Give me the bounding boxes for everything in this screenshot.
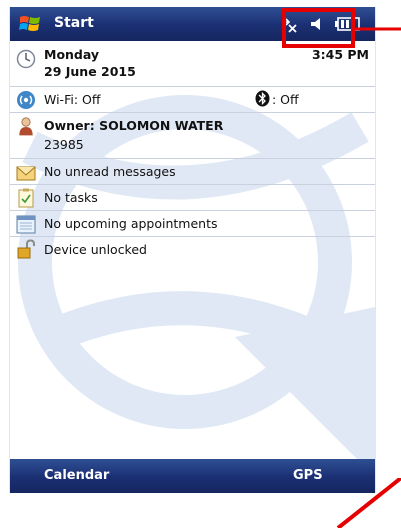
gps-softkey[interactable]: GPS [293, 468, 323, 483]
wireless-row[interactable]: Wi-Fi: Off : Off [10, 87, 375, 113]
bluetooth-icon [255, 90, 270, 111]
date-label: 29 June 2015 [44, 64, 136, 79]
tasks-status: No tasks [44, 190, 98, 205]
messages-status: No unread messages [44, 164, 176, 179]
wireless-icon [17, 91, 35, 109]
callout-line-top [354, 27, 401, 31]
day-label: Monday [44, 47, 100, 62]
windows-flag-icon[interactable] [18, 12, 42, 36]
today-screen: Start Monday 29 June 2015 3:45 PM Wi-Fi:… [9, 7, 376, 493]
calendar-icon [16, 215, 36, 234]
appointments-row[interactable]: No upcoming appointments [10, 211, 375, 237]
lock-status: Device unlocked [44, 242, 147, 257]
callout-line-bottom [336, 478, 401, 528]
battery-highlight-box [282, 8, 355, 48]
tasks-clipboard-icon [18, 188, 34, 208]
wifi-status[interactable]: Wi-Fi: Off [44, 92, 100, 107]
owner-number: 23985 [44, 137, 84, 152]
appointments-status: No upcoming appointments [44, 216, 218, 231]
start-menu-label[interactable]: Start [54, 15, 94, 31]
envelope-icon [16, 166, 36, 181]
owner-row[interactable]: Owner: SOLOMON WATER 23985 [10, 113, 375, 159]
owner-name: Owner: SOLOMON WATER [44, 118, 224, 133]
clock-icon [16, 49, 36, 69]
unlocked-padlock-icon [17, 239, 35, 259]
softkey-bar: Calendar GPS [10, 459, 375, 493]
tasks-row[interactable]: No tasks [10, 185, 375, 211]
bluetooth-status[interactable]: : Off [272, 92, 299, 107]
calendar-softkey[interactable]: Calendar [44, 468, 109, 483]
messages-row[interactable]: No unread messages [10, 159, 375, 185]
owner-icon [19, 117, 33, 136]
lock-row[interactable]: Device unlocked [10, 237, 375, 263]
time-label: 3:45 PM [311, 47, 369, 62]
